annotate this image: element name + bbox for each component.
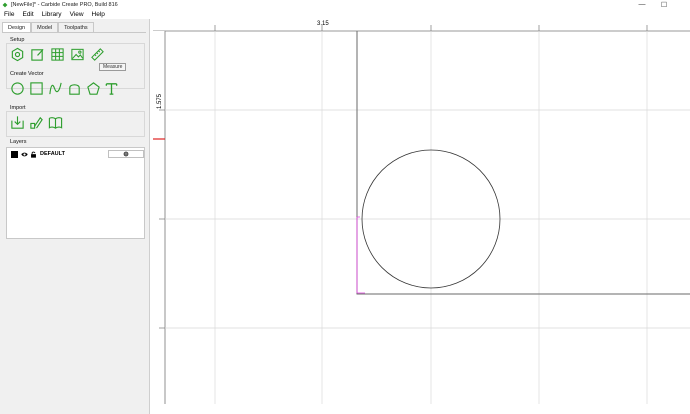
top-ruler [153, 19, 690, 31]
measure-icon[interactable] [90, 47, 105, 62]
canvas-svg: 3.15 1.575 [153, 19, 690, 404]
import-vector-icon[interactable] [29, 115, 44, 130]
menu-view[interactable]: View [70, 11, 84, 18]
curve-icon[interactable] [48, 81, 63, 96]
tab-divider [2, 32, 146, 33]
panel-tabs: Design Model Toolpaths [2, 22, 94, 32]
layer-name: DEFAULT [40, 151, 65, 157]
menu-file[interactable]: File [4, 11, 14, 18]
rectangle-icon[interactable] [29, 81, 44, 96]
gear-icon [123, 151, 129, 157]
text-icon[interactable] [104, 81, 119, 96]
import-icon[interactable] [10, 115, 25, 130]
maximize-button[interactable]: ☐ [652, 0, 676, 9]
edit-icon[interactable] [30, 47, 45, 62]
tab-model[interactable]: Model [31, 22, 59, 32]
window-title: [NewFile]* - Carbide Create PRO, Build 8… [11, 1, 118, 8]
app-icon [2, 2, 8, 7]
grid-lines [165, 31, 690, 404]
selection-guide [356, 216, 365, 294]
menu-library[interactable]: Library [42, 11, 62, 18]
menu-bar: File Edit Library View Help [0, 9, 690, 19]
top-ruler-label: 3.15 [317, 21, 329, 27]
library-book-icon[interactable] [48, 115, 63, 130]
stock-boundary [356, 31, 690, 295]
layer-row[interactable]: DEFAULT [11, 150, 144, 158]
lock-icon[interactable] [30, 151, 37, 158]
eye-icon[interactable] [21, 151, 28, 158]
menu-help[interactable]: Help [92, 11, 105, 18]
title-bar: [NewFile]* - Carbide Create PRO, Build 8… [0, 0, 690, 9]
section-layers-label: Layers [10, 139, 27, 145]
pentagon-icon[interactable] [86, 81, 101, 96]
minimize-button[interactable]: — [630, 0, 654, 9]
section-create-vector-label: Create Vector [10, 71, 44, 77]
import-group [6, 111, 145, 137]
measure-tooltip: Measure [99, 63, 127, 71]
layer-color-swatch[interactable] [11, 150, 18, 158]
tab-toolpaths[interactable]: Toolpaths [58, 22, 94, 32]
circle-icon[interactable] [10, 81, 25, 96]
left-ruler-label: 1.575 [157, 93, 163, 109]
layers-list: DEFAULT [6, 147, 145, 239]
design-panel: Design Model Toolpaths Setup Measure Cre… [0, 19, 150, 414]
job-setup-icon[interactable] [10, 47, 25, 62]
left-ruler [153, 31, 165, 404]
design-canvas[interactable]: 3.15 1.575 [153, 19, 690, 404]
image-icon[interactable] [70, 47, 85, 62]
menu-edit[interactable]: Edit [22, 11, 33, 18]
tab-design[interactable]: Design [2, 22, 32, 32]
grid-icon[interactable] [50, 47, 65, 62]
layer-settings-button[interactable] [108, 150, 144, 158]
polygon-shape-icon[interactable] [67, 81, 82, 96]
